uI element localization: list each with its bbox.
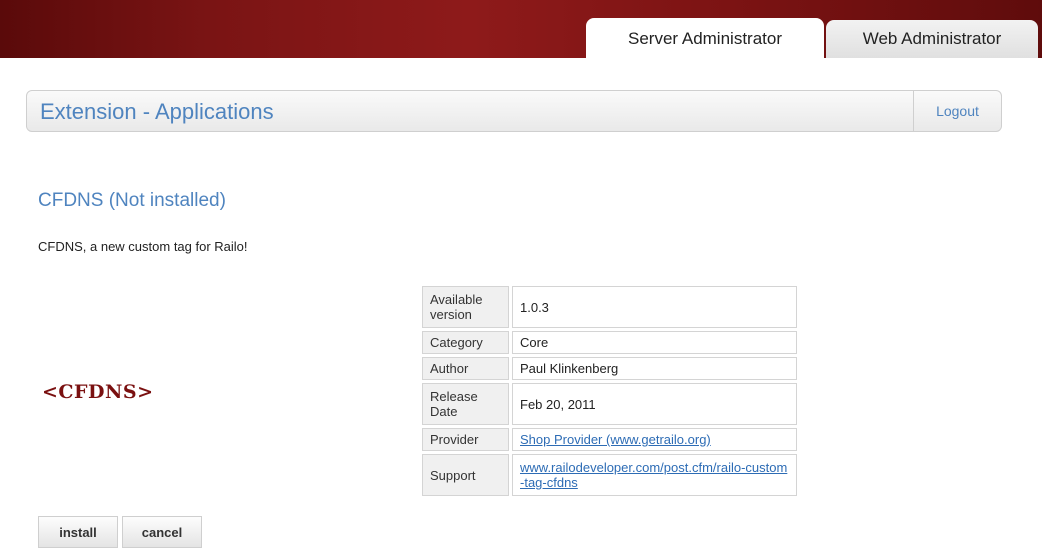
tab-web-administrator[interactable]: Web Administrator: [826, 20, 1038, 58]
detail-value: www.railodeveloper.com/post.cfm/railo-cu…: [512, 454, 797, 496]
detail-label: Support: [422, 454, 509, 496]
table-row: Category Core: [422, 331, 797, 354]
detail-value: Core: [512, 331, 797, 354]
extension-details-table: Available version 1.0.3 Category Core Au…: [419, 283, 800, 499]
detail-label: Provider: [422, 428, 509, 451]
install-button[interactable]: install: [38, 516, 118, 548]
detail-value: Shop Provider (www.getrailo.org): [512, 428, 797, 451]
detail-label: Author: [422, 357, 509, 380]
extension-logo: <CFDNS>: [42, 381, 154, 403]
table-row: Provider Shop Provider (www.getrailo.org…: [422, 428, 797, 451]
detail-value: 1.0.3: [512, 286, 797, 328]
table-row: Release Date Feb 20, 2011: [422, 383, 797, 425]
page-header-bar: Extension - Applications Logout: [26, 90, 1002, 132]
tab-server-administrator[interactable]: Server Administrator: [586, 18, 824, 60]
detail-value: Feb 20, 2011: [512, 383, 797, 425]
extension-description: CFDNS, a new custom tag for Railo!: [38, 239, 248, 254]
extension-title: CFDNS (Not installed): [38, 190, 226, 211]
page-title: Extension - Applications: [40, 99, 274, 124]
logout-button[interactable]: Logout: [913, 91, 1001, 131]
cancel-button[interactable]: cancel: [122, 516, 202, 548]
support-link[interactable]: www.railodeveloper.com/post.cfm/railo-cu…: [520, 460, 787, 490]
detail-label: Release Date: [422, 383, 509, 425]
provider-link[interactable]: Shop Provider (www.getrailo.org): [520, 432, 711, 447]
table-row: Support www.railodeveloper.com/post.cfm/…: [422, 454, 797, 496]
detail-value: Paul Klinkenberg: [512, 357, 797, 380]
table-row: Available version 1.0.3: [422, 286, 797, 328]
detail-label: Available version: [422, 286, 509, 328]
table-row: Author Paul Klinkenberg: [422, 357, 797, 380]
detail-label: Category: [422, 331, 509, 354]
